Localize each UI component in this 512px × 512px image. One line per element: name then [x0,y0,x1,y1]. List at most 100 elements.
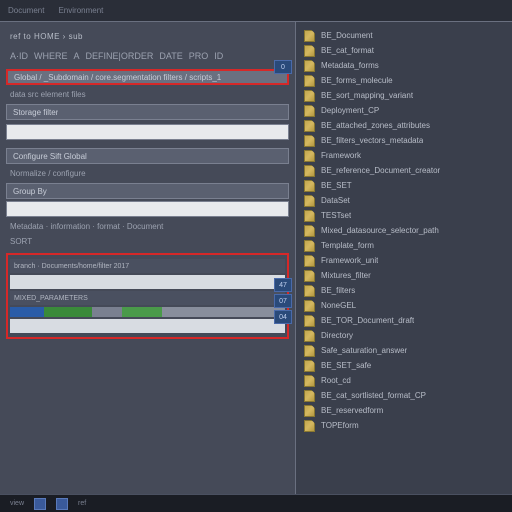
file-name: TESTset [321,211,351,220]
tool-define[interactable]: DEFINE|ORDER [86,51,154,61]
file-item[interactable]: Directory [296,328,512,343]
tool-id[interactable]: ID [214,51,223,61]
field-blank-1[interactable] [6,124,289,140]
file-name: Framework_unit [321,256,378,265]
label-datasrc: data src element files [0,87,295,102]
file-item[interactable]: NoneGEL [296,298,512,313]
file-name: Mixed_datasource_selector_path [321,226,439,235]
file-name: Mixtures_filter [321,271,371,280]
field-blank-2[interactable] [6,201,289,217]
field-groupby[interactable]: Group By [6,183,289,199]
file-icon [304,195,315,207]
seg-gray1 [92,307,122,317]
red-row-1[interactable]: branch · Documents/home/filter 2017 [10,259,285,273]
status-ref: ref [78,500,86,507]
label-sort: SORT [0,234,295,249]
file-item[interactable]: Metadata_forms [296,58,512,73]
badge-column: 0 47 07 04 [274,60,292,324]
file-item[interactable]: Safe_saturation_answer [296,343,512,358]
file-item[interactable]: BE_cat_format [296,43,512,58]
seg-blue [10,307,44,317]
file-name: Safe_saturation_answer [321,346,407,355]
tool-date[interactable]: DATE [159,51,182,61]
menu-environment[interactable]: Environment [58,6,103,15]
file-icon [304,75,315,87]
field-text: Group By [13,187,47,196]
file-item[interactable]: Framework_unit [296,253,512,268]
file-name: BE_forms_molecule [321,76,393,85]
file-name: Template_form [321,241,374,250]
file-explorer: BE_Document BE_cat_format Metadata_forms BE… [296,22,512,512]
tool-a[interactable]: A [74,51,80,61]
file-icon [304,300,315,312]
field-configure[interactable]: Configure Sift Global [6,148,289,164]
badge-3[interactable]: 04 [274,310,292,324]
label-metadata: Metadata · information · format · Docume… [0,219,295,234]
file-icon [304,330,315,342]
file-icon [304,210,315,222]
file-name: BE_TOR_Document_draft [321,316,414,325]
segment-bar [10,307,285,317]
file-name: BE_SET_safe [321,361,371,370]
file-item[interactable]: BE_cat_sortlisted_format_CP [296,388,512,403]
file-item[interactable]: DataSet [296,193,512,208]
seg-green1 [44,307,92,317]
file-icon [304,315,315,327]
file-item[interactable]: BE_SET [296,178,512,193]
label-normalize: Normalize / configure [0,166,295,181]
file-icon [304,255,315,267]
field-text: Storage filter [13,108,58,117]
field-global[interactable]: Global / _Subdomain / core.segmentation … [6,69,289,85]
file-icon [304,405,315,417]
tool-pro[interactable]: PRO [189,51,209,61]
file-item[interactable]: Template_form [296,238,512,253]
status-icon-1[interactable] [34,498,46,510]
file-item[interactable]: BE_reservedform [296,403,512,418]
file-item[interactable]: Framework [296,148,512,163]
file-item[interactable]: Mixtures_filter [296,268,512,283]
file-item[interactable]: BE_TOR_Document_draft [296,313,512,328]
file-item[interactable]: BE_forms_molecule [296,73,512,88]
left-panel: ref to HOME › sub A·ID WHERE A DEFINE|OR… [0,22,296,512]
file-item[interactable]: Mixed_datasource_selector_path [296,223,512,238]
file-item[interactable]: BE_filters [296,283,512,298]
file-name: BE_Document [321,31,373,40]
file-icon [304,150,315,162]
file-item[interactable]: BE_reference_Document_creator [296,163,512,178]
red-text: branch · Documents/home/filter 2017 [14,263,129,270]
file-name: BE_cat_format [321,46,374,55]
file-name: BE_SET [321,181,352,190]
file-icon [304,30,315,42]
file-item[interactable]: BE_filters_vectors_metadata [296,133,512,148]
red-row-blank[interactable] [10,275,285,289]
field-storage[interactable]: Storage filter [6,104,289,120]
breadcrumb[interactable]: ref to HOME › sub [0,28,295,49]
titlebar: Document Environment [0,0,512,22]
file-name: BE_sort_mapping_variant [321,91,413,100]
tool-aid[interactable]: A·ID [10,51,28,61]
menu-document[interactable]: Document [8,6,44,15]
file-icon [304,60,315,72]
red-row-blank2[interactable] [10,319,285,333]
file-item[interactable]: BE_attached_zones_attributes [296,118,512,133]
red-row-2[interactable]: MIXED_PARAMETERS [10,291,285,305]
badge-1[interactable]: 47 [274,278,292,292]
status-icon-2[interactable] [56,498,68,510]
file-item[interactable]: TOPEform [296,418,512,433]
file-item[interactable]: Deployment_CP [296,103,512,118]
file-icon [304,120,315,132]
file-name: BE_reservedform [321,406,383,415]
file-item[interactable]: BE_Document [296,28,512,43]
tool-where[interactable]: WHERE [34,51,68,61]
file-icon [304,270,315,282]
file-icon [304,225,315,237]
file-item[interactable]: Root_cd [296,373,512,388]
badge-2[interactable]: 07 [274,294,292,308]
badge-0[interactable]: 0 [274,60,292,74]
seg-gray2 [162,307,285,317]
file-item[interactable]: TESTset [296,208,512,223]
file-item[interactable]: BE_sort_mapping_variant [296,88,512,103]
file-icon [304,345,315,357]
file-icon [304,105,315,117]
file-item[interactable]: BE_SET_safe [296,358,512,373]
